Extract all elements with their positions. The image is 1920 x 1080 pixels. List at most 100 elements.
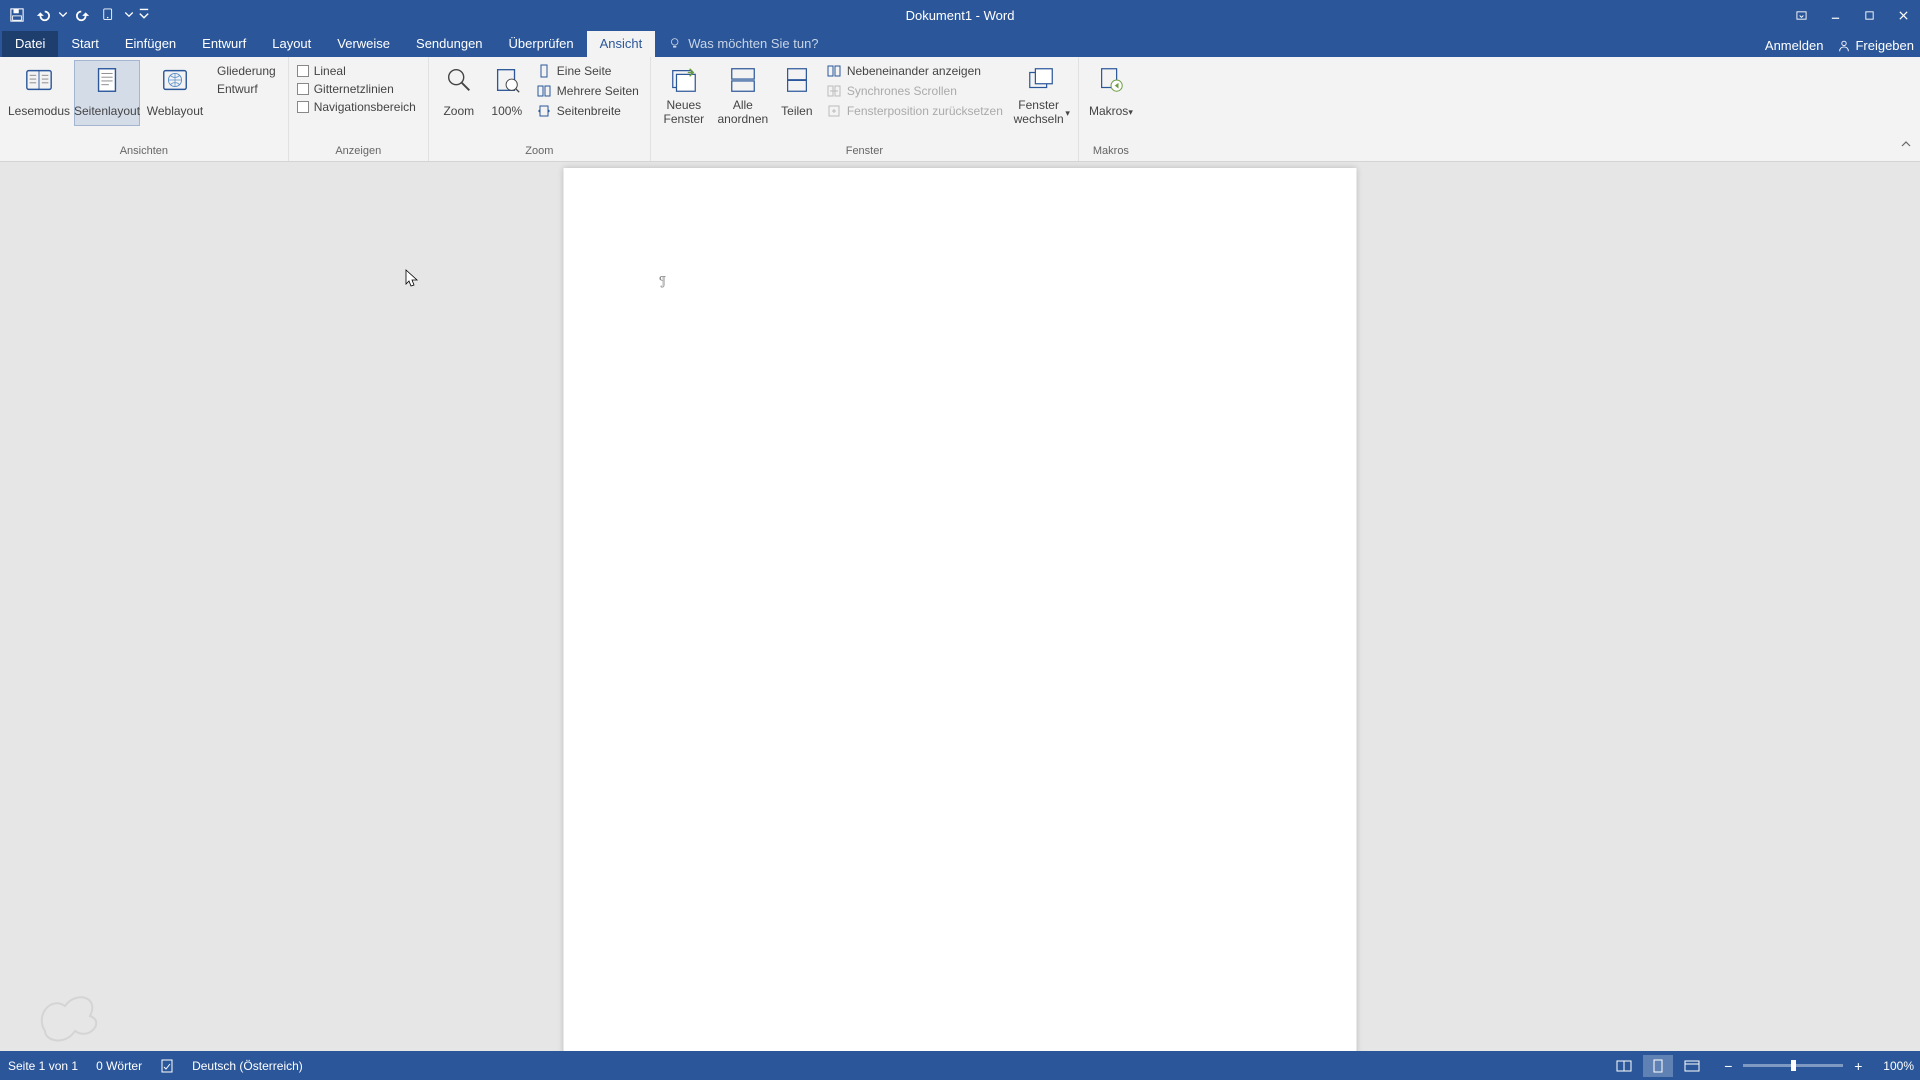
zoom-value[interactable]: 100%: [1883, 1059, 1914, 1073]
zoom-in-button[interactable]: +: [1849, 1057, 1867, 1075]
tab-start[interactable]: Start: [58, 31, 111, 57]
close-button[interactable]: [1886, 0, 1920, 30]
ribbon: Lesemodus Seitenlayout Weblayout Glieder…: [0, 57, 1920, 162]
arrange-all-button[interactable]: Alle anordnen: [713, 60, 773, 127]
print-layout-icon: [90, 63, 124, 97]
zoom-100-icon: [490, 63, 524, 97]
undo-dropdown[interactable]: [58, 4, 68, 26]
checkbox-icon: [297, 101, 309, 113]
one-page-label: Eine Seite: [557, 64, 612, 78]
document-page[interactable]: ¶: [564, 168, 1357, 1051]
web-layout-button[interactable]: Weblayout: [142, 60, 208, 125]
undo-button[interactable]: [32, 4, 54, 26]
switch-windows-button[interactable]: Fenster wechseln ▾: [1010, 60, 1072, 127]
read-mode-view-button[interactable]: [1609, 1055, 1639, 1077]
one-page-button[interactable]: Eine Seite: [533, 62, 642, 80]
draft-button[interactable]: Entwurf: [212, 82, 276, 96]
quick-access-toolbar: [0, 4, 150, 26]
ribbon-tabs: Datei Start Einfügen Entwurf Layout Verw…: [0, 30, 1920, 57]
print-layout-label: Seitenlayout: [74, 99, 140, 125]
web-layout-view-button[interactable]: [1677, 1055, 1707, 1077]
split-label: Teilen: [781, 99, 812, 125]
status-bar: Seite 1 von 1 0 Wörter Deutsch (Österrei…: [0, 1051, 1920, 1080]
zoom-out-button[interactable]: −: [1719, 1057, 1737, 1075]
tab-references[interactable]: Verweise: [324, 31, 403, 57]
document-area[interactable]: ¶: [0, 162, 1920, 1051]
tab-review[interactable]: Überprüfen: [496, 31, 587, 57]
tab-layout[interactable]: Layout: [259, 31, 324, 57]
zoom-100-label: 100%: [491, 99, 522, 125]
share-button[interactable]: Freigeben: [1837, 38, 1914, 53]
account-area: Anmelden Freigeben: [1765, 38, 1914, 53]
checkbox-icon: [297, 65, 309, 77]
save-button[interactable]: [6, 4, 28, 26]
window-controls: [1784, 0, 1920, 30]
switch-windows-label: Fenster wechseln ▾: [1012, 99, 1070, 127]
side-by-side-button[interactable]: Nebeneinander anzeigen: [823, 62, 1006, 80]
tab-file[interactable]: Datei: [2, 31, 58, 57]
outline-label: Gliederung: [217, 64, 276, 78]
signin-link[interactable]: Anmelden: [1765, 38, 1824, 53]
gridlines-checkbox[interactable]: Gitternetzlinien: [297, 82, 416, 96]
spellcheck-button[interactable]: [160, 1059, 174, 1073]
spellcheck-icon: [160, 1059, 174, 1073]
group-window: Neues Fenster Alle anordnen Teilen Neben…: [651, 57, 1079, 161]
group-show: Lineal Gitternetzlinien Navigationsberei…: [289, 57, 429, 161]
macros-button[interactable]: Makros▾: [1085, 60, 1137, 125]
outline-button[interactable]: Gliederung: [212, 64, 276, 78]
new-window-icon: [667, 63, 701, 97]
touch-mode-dropdown[interactable]: [124, 4, 134, 26]
zoom-100-button[interactable]: 100%: [485, 60, 529, 125]
multi-page-button[interactable]: Mehrere Seiten: [533, 82, 642, 100]
group-views: Lesemodus Seitenlayout Weblayout Glieder…: [0, 57, 289, 161]
zoom-button[interactable]: Zoom: [435, 60, 483, 125]
minimize-button[interactable]: [1818, 0, 1852, 30]
maximize-button[interactable]: [1852, 0, 1886, 30]
read-mode-button[interactable]: Lesemodus: [6, 60, 72, 125]
language-indicator[interactable]: Deutsch (Österreich): [192, 1059, 303, 1073]
macros-icon: [1094, 63, 1128, 97]
read-mode-icon: [22, 63, 56, 97]
gridlines-label: Gitternetzlinien: [314, 82, 394, 96]
new-window-label: Neues Fenster: [659, 99, 709, 127]
tell-me-placeholder: Was möchten Sie tun?: [688, 36, 818, 51]
word-count[interactable]: 0 Wörter: [96, 1059, 142, 1073]
macros-label: Makros▾: [1089, 99, 1133, 125]
sync-scroll-button: Synchrones Scrollen: [823, 82, 1006, 100]
switch-windows-icon: [1024, 63, 1058, 97]
tab-design[interactable]: Entwurf: [189, 31, 259, 57]
mouse-cursor-icon: [405, 269, 419, 289]
tab-mailings[interactable]: Sendungen: [403, 31, 496, 57]
group-window-label: Fenster: [657, 142, 1072, 161]
redo-button[interactable]: [72, 4, 94, 26]
arrange-all-label: Alle anordnen: [715, 99, 771, 127]
group-views-label: Ansichten: [6, 142, 282, 161]
new-window-button[interactable]: Neues Fenster: [657, 60, 711, 127]
touch-mode-button[interactable]: [98, 4, 120, 26]
page-width-button[interactable]: Seitenbreite: [533, 102, 642, 120]
navpane-checkbox[interactable]: Navigationsbereich: [297, 100, 416, 114]
print-layout-view-button[interactable]: [1643, 1055, 1673, 1077]
group-zoom: Zoom 100% Eine Seite Mehrere Seiten Seit…: [429, 57, 651, 161]
side-by-side-icon: [826, 63, 842, 79]
title-bar: Dokument1 - Word: [0, 0, 1920, 30]
read-mode-label: Lesemodus: [8, 99, 70, 125]
group-macros: Makros▾ Makros: [1079, 57, 1143, 161]
print-layout-button[interactable]: Seitenlayout: [74, 60, 140, 126]
tab-view[interactable]: Ansicht: [587, 31, 656, 57]
reset-pos-icon: [826, 103, 842, 119]
page-indicator[interactable]: Seite 1 von 1: [8, 1059, 78, 1073]
draft-label: Entwurf: [217, 82, 258, 96]
zoom-thumb[interactable]: [1791, 1060, 1796, 1071]
zoom-slider: − + 100%: [1719, 1057, 1914, 1075]
zoom-track[interactable]: [1743, 1064, 1843, 1067]
ribbon-display-options-button[interactable]: [1784, 0, 1818, 30]
qat-customize-button[interactable]: [138, 4, 150, 26]
collapse-ribbon-button[interactable]: [1900, 137, 1912, 155]
web-layout-label: Weblayout: [147, 99, 203, 125]
split-button[interactable]: Teilen: [775, 60, 819, 125]
tell-me-search[interactable]: Was möchten Sie tun?: [669, 36, 818, 57]
ruler-checkbox[interactable]: Lineal: [297, 64, 416, 78]
zoom-label: Zoom: [443, 99, 474, 125]
tab-insert[interactable]: Einfügen: [112, 31, 189, 57]
